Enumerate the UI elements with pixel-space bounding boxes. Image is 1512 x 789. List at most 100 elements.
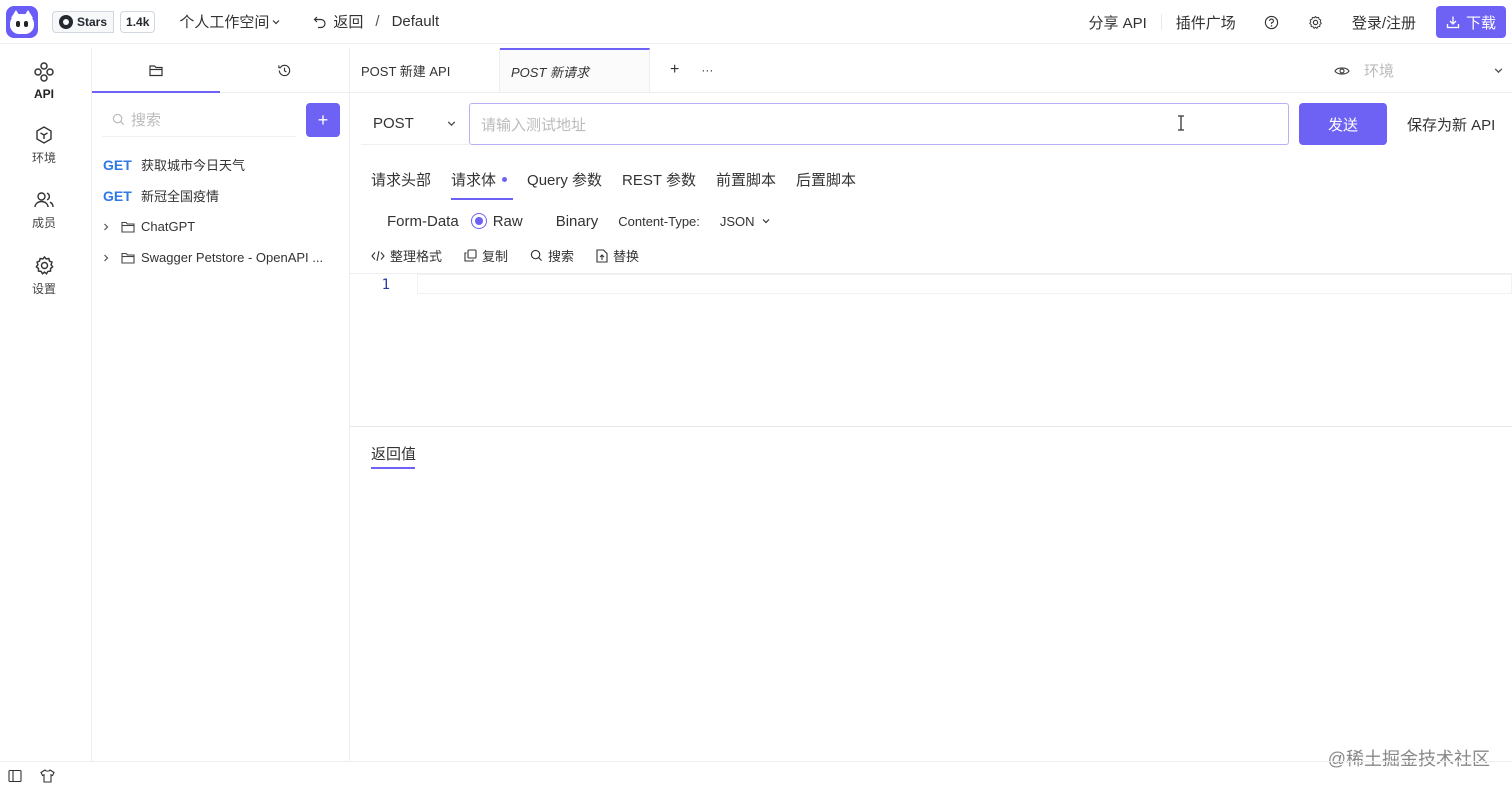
folder-item[interactable]: ChatGPT (92, 211, 349, 242)
rail-label-settings: 设置 (31, 281, 56, 296)
method-value: POST (373, 115, 414, 132)
sidebar-tabs (92, 48, 349, 93)
add-api-button[interactable]: + (306, 103, 340, 137)
api-name: 新冠全国疫情 (141, 189, 220, 204)
editor-toolbar: 整理格式 复制 搜索 替换 (371, 246, 639, 265)
copy-label: 复制 (482, 249, 509, 264)
send-button[interactable]: 发送 (1299, 103, 1387, 145)
chevron-down-icon (446, 118, 457, 129)
github-stars-badge[interactable]: Stars 1.4k (52, 10, 156, 33)
copy-button[interactable]: 复制 (464, 246, 508, 265)
sidebar-toggle-icon[interactable] (8, 769, 22, 783)
rail-label-api: API (33, 86, 54, 101)
replace-button[interactable]: 替换 (596, 246, 639, 265)
rail-item-members[interactable]: 成员 (0, 178, 88, 243)
github-stars-count[interactable]: 1.4k (120, 10, 156, 33)
tab-new-api[interactable]: POST 新建 API (350, 48, 500, 92)
search-icon (112, 113, 125, 126)
content-type-select[interactable]: JSON (720, 214, 771, 229)
search-button[interactable]: 搜索 (530, 246, 574, 265)
rail-label-members: 成员 (31, 216, 56, 230)
environment-select[interactable]: 环境 (1334, 48, 1504, 93)
rail-item-settings[interactable]: 设置 (0, 243, 88, 308)
url-placeholder: 请输入测试地址 (481, 116, 587, 134)
workspace-dropdown[interactable]: 个人工作空间 (179, 11, 281, 32)
list-item[interactable]: GET 新冠全国疫情 (92, 180, 349, 211)
sidebar-search-input[interactable]: 搜索 (102, 103, 296, 137)
raw-radio[interactable] (470, 213, 487, 229)
main-panel: POST 新建 API POST 新请求 + ··· 环境 POST 请输入测试… (350, 48, 1512, 761)
tab-history[interactable] (220, 48, 348, 92)
rail-item-api[interactable]: API (0, 48, 88, 113)
download-button[interactable]: 下载 (1435, 6, 1506, 38)
url-input[interactable]: 请输入测试地址 (469, 103, 1289, 145)
save-as-new-api-button[interactable]: 保存为新 API (1395, 103, 1507, 145)
rail-label-environment: 环境 (31, 151, 56, 165)
history-icon (277, 63, 292, 78)
rail-item-environment[interactable]: 环境 (0, 113, 88, 178)
api-name: 获取城市今日天气 (141, 158, 246, 173)
eye-icon[interactable] (1334, 65, 1350, 77)
header-actions: 分享 API 插件广场 登录/注册 下载 (1074, 6, 1506, 38)
github-stars-button[interactable]: Stars (52, 10, 115, 33)
folder-item[interactable]: Swagger Petstore - OpenAPI ... (92, 242, 349, 273)
replace-icon (596, 248, 608, 263)
modified-dot (502, 176, 508, 182)
download-icon (1446, 15, 1460, 29)
url-row: POST 请输入测试地址 发送 保存为新 API (361, 103, 1507, 145)
method-badge: GET (103, 187, 132, 204)
tab-post-script[interactable]: 后置脚本 (796, 158, 856, 200)
tab-body-label: 请求体 (451, 171, 497, 189)
add-tab-button[interactable]: + (670, 61, 679, 79)
method-select[interactable]: POST (361, 103, 469, 145)
active-line[interactable] (417, 274, 1512, 294)
format-button[interactable]: 整理格式 (371, 246, 442, 265)
shirt-icon[interactable] (40, 768, 55, 783)
tab-actions: + ··· (650, 48, 713, 92)
tab-response[interactable]: 返回值 (371, 437, 416, 469)
search-icon (530, 249, 543, 262)
tab-body[interactable]: 请求体 (451, 158, 514, 200)
chevron-right-icon[interactable] (101, 253, 115, 263)
body-type-raw[interactable]: Raw (493, 213, 523, 230)
list-item[interactable]: GET 获取城市今日天气 (92, 149, 349, 180)
folder-icon (121, 252, 135, 264)
tab-headers[interactable]: 请求头部 (371, 158, 431, 200)
text-cursor-icon (1176, 115, 1186, 131)
search-placeholder: 搜索 (131, 112, 162, 129)
chevron-down-icon (761, 216, 771, 226)
back-label: 返回 (333, 14, 364, 31)
help-icon[interactable] (1250, 15, 1294, 30)
tab-files[interactable] (92, 48, 220, 93)
chevron-right-icon[interactable] (101, 222, 115, 232)
back-button[interactable]: 返回 (313, 11, 363, 32)
code-editor[interactable]: 1 (350, 273, 1512, 427)
tab-new-request[interactable]: POST 新请求 (500, 48, 650, 92)
plugin-market-button[interactable]: 插件广场 (1162, 12, 1250, 33)
status-bar (0, 761, 1512, 789)
app-logo[interactable] (6, 5, 38, 38)
more-tabs-button[interactable]: ··· (701, 63, 713, 77)
top-bar: Stars 1.4k 个人工作空间 返回 / Default 分享 API 插件… (0, 0, 1512, 44)
format-label: 整理格式 (390, 249, 443, 264)
body-type-binary[interactable]: Binary (556, 213, 599, 230)
folder-name: ChatGPT (141, 219, 196, 234)
tab-query-params[interactable]: Query 参数 (527, 158, 602, 200)
share-api-button[interactable]: 分享 API (1074, 12, 1160, 33)
gear-icon (34, 255, 55, 276)
line-number: 1 (381, 277, 390, 293)
github-icon (59, 14, 73, 29)
cube-icon (34, 125, 54, 145)
content-type-value: JSON (719, 213, 755, 229)
tab-pre-script[interactable]: 前置脚本 (716, 158, 776, 200)
search-label: 搜索 (548, 249, 575, 264)
replace-label: 替换 (613, 249, 640, 264)
login-button[interactable]: 登录/注册 (1338, 12, 1430, 33)
body-type-form-data[interactable]: Form-Data (387, 213, 459, 230)
settings-gear-icon[interactable] (1294, 15, 1338, 30)
copy-icon (464, 249, 477, 262)
folder-name: Swagger Petstore - OpenAPI ... (141, 250, 324, 265)
breadcrumb-project[interactable]: Default (392, 13, 440, 30)
tab-rest-params[interactable]: REST 参数 (622, 158, 696, 200)
api-sidebar: 搜索 + GET 获取城市今日天气 GET 新冠全国疫情 ChatGPT Swa… (92, 48, 350, 761)
